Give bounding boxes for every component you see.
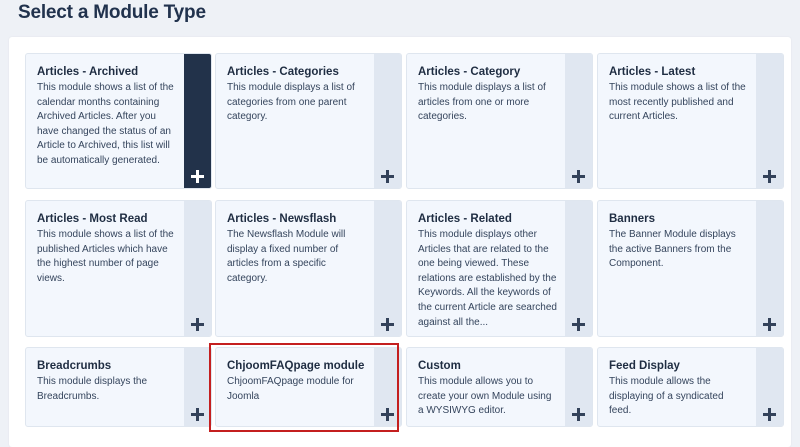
module-title: Articles - Related — [418, 213, 512, 225]
module-card-articles-most-read[interactable]: Articles - Most Read This module shows a… — [25, 200, 212, 337]
module-card-articles-related[interactable]: Articles - Related This module displays … — [406, 200, 593, 337]
module-title: Custom — [418, 360, 461, 372]
module-title: Feed Display — [609, 360, 680, 372]
plus-icon — [763, 408, 776, 421]
plus-icon — [572, 318, 585, 331]
plus-icon — [191, 408, 204, 421]
module-description: This module displays a list of categorie… — [227, 82, 355, 123]
module-description: This module displays a list of articles … — [418, 82, 546, 123]
add-module-button[interactable] — [565, 348, 592, 426]
module-title: Articles - Most Read — [37, 213, 148, 225]
add-module-button[interactable] — [565, 54, 592, 188]
module-title: Articles - Category — [418, 66, 521, 78]
add-module-button[interactable] — [756, 348, 783, 426]
module-description: This module shows a list of the publishe… — [37, 229, 174, 284]
module-card-feed-display[interactable]: Feed Display This module allows the disp… — [597, 347, 784, 427]
module-description: This module displays other Articles that… — [418, 229, 557, 328]
plus-icon — [191, 318, 204, 331]
module-title: Articles - Categories — [227, 66, 339, 78]
plus-icon — [381, 408, 394, 421]
plus-icon — [191, 170, 204, 183]
plus-icon — [763, 170, 776, 183]
module-description: This module allows the displaying of a s… — [609, 376, 724, 417]
module-description: This module shows a list of the most rec… — [609, 82, 746, 123]
plus-icon — [572, 170, 585, 183]
module-description: This module displays the Breadcrumbs. — [37, 376, 148, 402]
add-module-button[interactable] — [374, 201, 401, 336]
plus-icon — [763, 318, 776, 331]
module-card-banners[interactable]: Banners The Banner Module displays the a… — [597, 200, 784, 337]
add-module-button[interactable] — [374, 54, 401, 188]
module-title: Articles - Newsflash — [227, 213, 337, 225]
plus-icon — [381, 318, 394, 331]
module-description: The Banner Module displays the active Ba… — [609, 229, 736, 270]
add-module-button[interactable] — [184, 348, 211, 426]
add-module-button[interactable] — [756, 201, 783, 336]
module-title: ChjoomFAQpage module — [227, 360, 365, 372]
module-card-breadcrumbs[interactable]: Breadcrumbs This module displays the Bre… — [25, 347, 212, 427]
add-module-button[interactable] — [374, 348, 401, 426]
plus-icon — [381, 170, 394, 183]
module-card-articles-categories[interactable]: Articles - Categories This module displa… — [215, 53, 402, 189]
module-card-articles-newsflash[interactable]: Articles - Newsflash The Newsflash Modul… — [215, 200, 402, 337]
module-description: The Newsflash Module will display a fixe… — [227, 229, 346, 284]
add-module-button[interactable] — [756, 54, 783, 188]
page-title: Select a Module Type — [18, 2, 206, 23]
add-module-button[interactable] — [184, 201, 211, 336]
module-card-articles-latest[interactable]: Articles - Latest This module shows a li… — [597, 53, 784, 189]
module-card-articles-archived[interactable]: Articles - Archived This module shows a … — [25, 53, 212, 189]
add-module-button[interactable] — [565, 201, 592, 336]
add-module-button[interactable] — [184, 54, 211, 188]
module-description: This module allows you to create your ow… — [418, 376, 552, 417]
module-title: Breadcrumbs — [37, 360, 112, 372]
module-title: Articles - Archived — [37, 66, 139, 78]
module-title: Banners — [609, 213, 656, 225]
plus-icon — [572, 408, 585, 421]
module-card-articles-category[interactable]: Articles - Category This module displays… — [406, 53, 593, 189]
module-title: Articles - Latest — [609, 66, 696, 78]
module-card-custom[interactable]: Custom This module allows you to create … — [406, 347, 593, 427]
module-card-chjoomfaqpage[interactable]: ChjoomFAQpage module ChjoomFAQpage modul… — [215, 347, 402, 427]
module-description: This module shows a list of the calendar… — [37, 82, 174, 166]
module-description: ChjoomFAQpage module for Joomla — [227, 376, 354, 402]
